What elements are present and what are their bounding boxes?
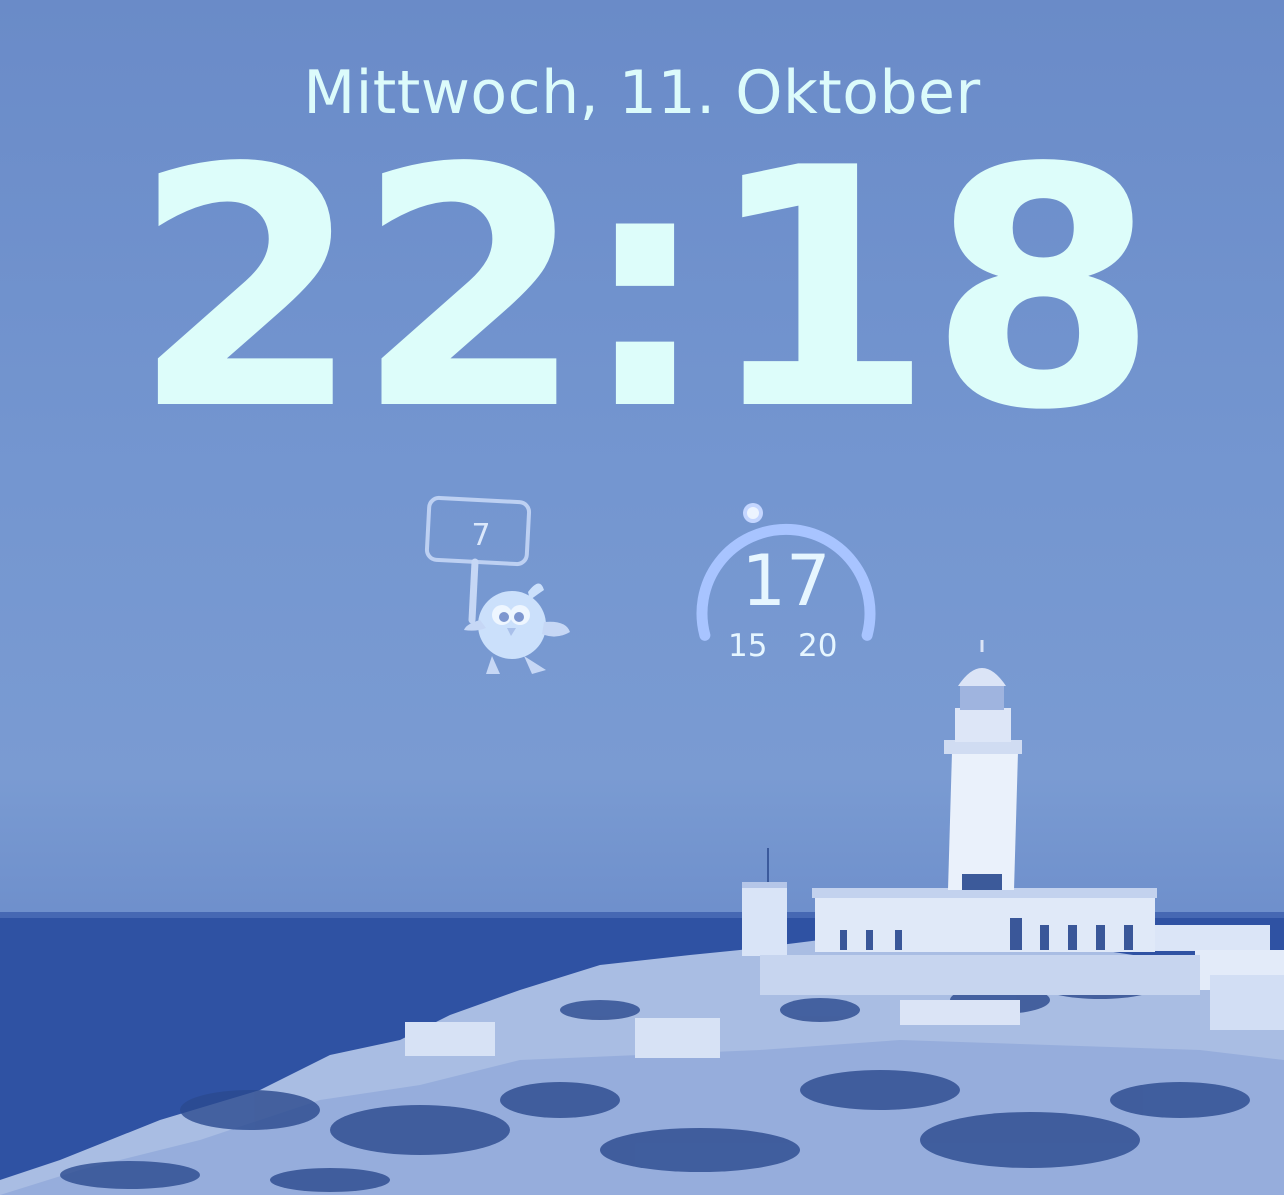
weather-low-temp: 15	[728, 628, 768, 664]
weather-widget[interactable]: 17 15 20	[690, 492, 882, 672]
lockscreen-time: 22:18	[131, 98, 1158, 482]
duolingo-widget[interactable]: 7	[420, 490, 580, 690]
duolingo-streak: 7	[471, 518, 491, 553]
weather-current-temp: 17	[741, 540, 831, 622]
weather-high-temp: 20	[798, 628, 838, 664]
duolingo-mascot-icon	[424, 495, 570, 674]
